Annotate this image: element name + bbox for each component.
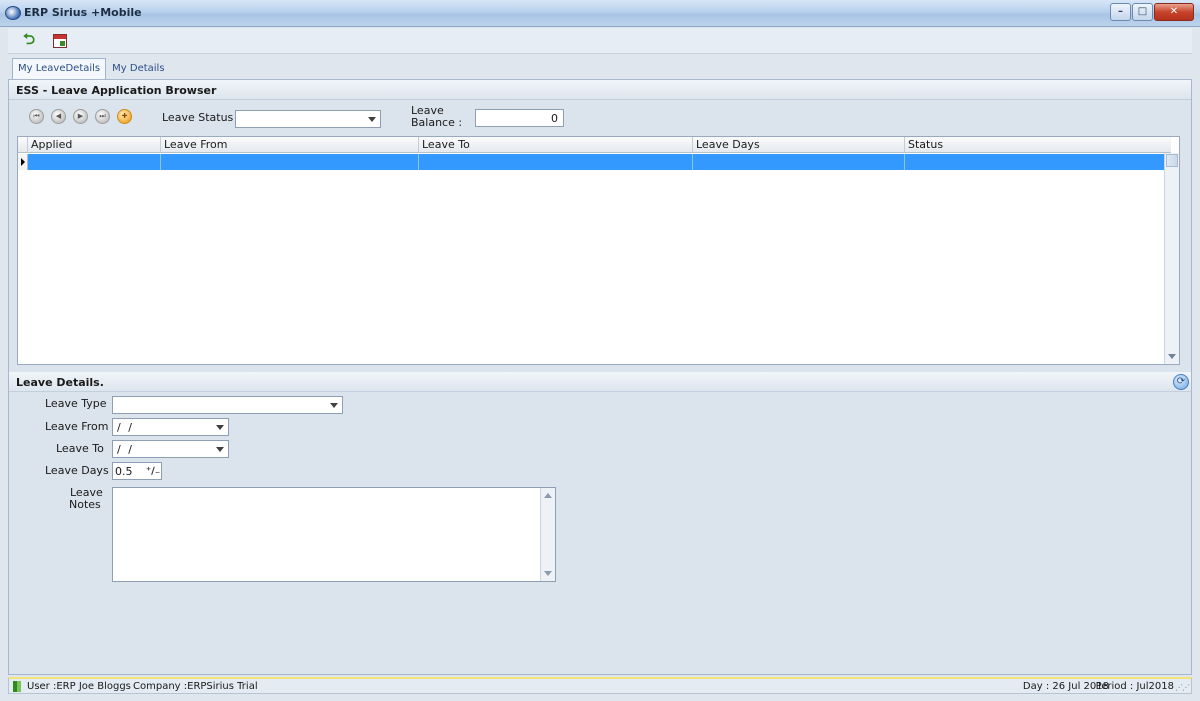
row-marker-header (18, 137, 28, 153)
cell-leave-days[interactable] (693, 154, 905, 170)
row-selector-icon (18, 154, 28, 170)
add-record-icon[interactable]: ✚ (117, 109, 132, 124)
scroll-thumb[interactable] (1166, 154, 1178, 167)
first-record-icon[interactable]: ⏮ (29, 109, 44, 124)
leave-days-field[interactable]: 0.5 ⁺∕₋ (112, 462, 162, 480)
leave-type-dropdown[interactable] (112, 396, 343, 414)
return-button[interactable]: ⮌ (20, 30, 38, 50)
column-header-applied[interactable]: Applied (28, 137, 161, 153)
column-header-status[interactable]: Status (905, 137, 1171, 153)
status-period: Period : Jul2018 (1095, 681, 1174, 692)
status-bar: User :ERP Joe Bloggs Company :ERPSirius … (8, 677, 1192, 694)
scroll-down-arrow-icon[interactable] (544, 571, 552, 576)
last-record-icon[interactable]: ⏭ (95, 109, 110, 124)
leave-balance-field[interactable]: 0 (475, 109, 564, 127)
tab-my-details[interactable]: My Details (106, 58, 170, 79)
notes-scrollbar[interactable] (540, 488, 555, 581)
chevron-down-icon (216, 447, 224, 452)
close-button[interactable]: ✕ (1154, 3, 1194, 21)
column-header-leave-from[interactable]: Leave From (161, 137, 419, 153)
leave-notes-label-line2: Notes (69, 498, 101, 511)
leave-to-value: / / (117, 443, 134, 456)
status-user: User :ERP Joe Bloggs (27, 681, 131, 692)
details-section-title: Leave Details. (9, 372, 1191, 392)
chevron-down-icon (330, 403, 338, 408)
calendar-icon (53, 34, 67, 48)
leave-to-label: Leave To (56, 442, 104, 455)
table-row[interactable] (18, 154, 1171, 170)
window-title-bar[interactable]: ERP Sirius +Mobile – □ ✕ (0, 0, 1200, 27)
leave-status-label: Leave Status (162, 111, 234, 124)
status-company: Company :ERPSirius Trial (133, 681, 258, 692)
leave-days-label: Leave Days (45, 464, 109, 477)
tab-my-leave-details[interactable]: My LeaveDetails (12, 58, 107, 79)
record-navigator: ⏮ ◀ ▶ ⏭ ✚ (29, 109, 132, 124)
window-controls: – □ ✕ (1110, 3, 1194, 21)
cell-leave-to[interactable] (419, 154, 693, 170)
leave-notes-textarea[interactable] (112, 487, 556, 582)
leave-days-value: 0.5 (115, 465, 133, 478)
chevron-down-icon (216, 425, 224, 430)
calculator-icon[interactable]: ⁺∕₋ (145, 463, 161, 479)
status-app-icon (13, 681, 21, 692)
calendar-button[interactable] (51, 32, 69, 50)
chevron-down-icon (368, 117, 376, 122)
main-panel: ESS - Leave Application Browser ⏮ ◀ ▶ ⏭ … (8, 79, 1192, 675)
leave-from-date-picker[interactable]: / / (112, 418, 229, 436)
resize-grip-icon[interactable]: ⋰⋰ (1175, 683, 1190, 692)
leave-status-dropdown[interactable] (235, 110, 381, 128)
cell-leave-from[interactable] (161, 154, 419, 170)
grid-header: Applied Leave From Leave To Leave Days S… (18, 137, 1171, 153)
leave-to-date-picker[interactable]: / / (112, 440, 229, 458)
tab-strip: My LeaveDetails My Details (12, 58, 171, 79)
column-header-leave-to[interactable]: Leave To (419, 137, 693, 153)
app-icon (5, 6, 21, 20)
leave-type-label: Leave Type (45, 397, 107, 410)
window-title: ERP Sirius +Mobile (24, 6, 142, 19)
scroll-down-arrow-icon[interactable] (1168, 354, 1176, 359)
leave-from-value: / / (117, 421, 134, 434)
browser-section-title: ESS - Leave Application Browser (9, 80, 1191, 100)
refresh-details-icon[interactable]: ⟳ (1173, 374, 1189, 390)
maximize-button[interactable]: □ (1132, 3, 1153, 21)
leave-applications-grid[interactable]: Applied Leave From Leave To Leave Days S… (17, 136, 1180, 365)
next-record-icon[interactable]: ▶ (73, 109, 88, 124)
scroll-up-arrow-icon[interactable] (544, 493, 552, 498)
grid-vertical-scrollbar[interactable] (1164, 153, 1179, 364)
cell-status[interactable] (905, 154, 1171, 170)
cell-applied[interactable] (28, 154, 161, 170)
minimize-button[interactable]: – (1110, 3, 1131, 21)
column-header-leave-days[interactable]: Leave Days (693, 137, 905, 153)
leave-from-label: Leave From (45, 420, 109, 433)
previous-record-icon[interactable]: ◀ (51, 109, 66, 124)
leave-balance-label-line2: Balance : (411, 116, 463, 129)
return-arrow-icon: ⮌ (22, 29, 35, 48)
toolbar: ⮌ (8, 28, 1192, 54)
